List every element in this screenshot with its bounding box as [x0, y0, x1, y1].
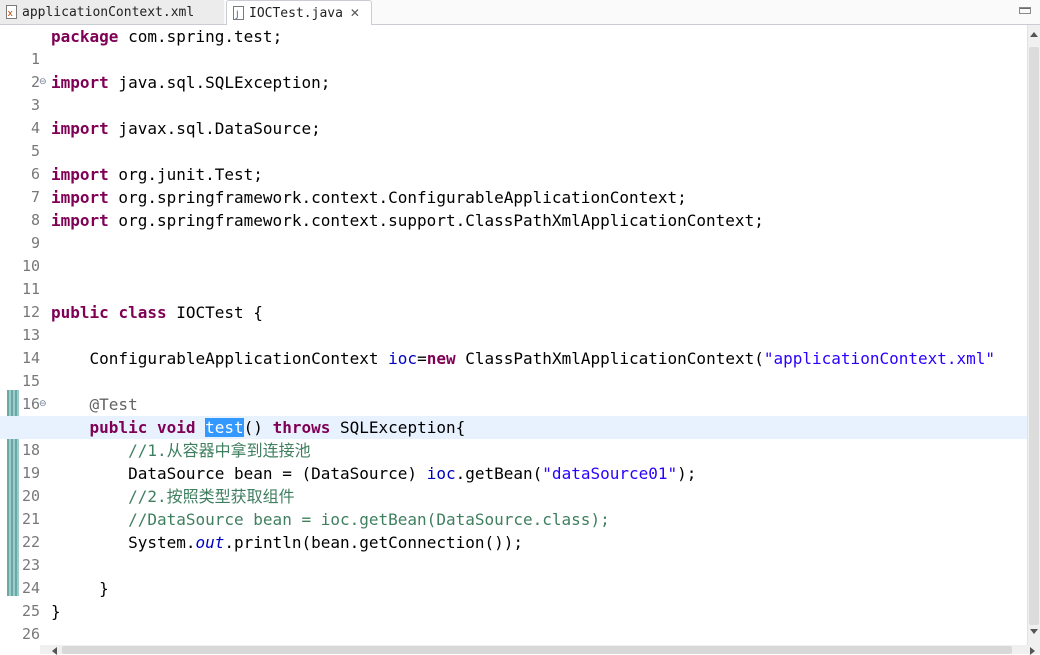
code-line-22: 22 //DataSource bean = ioc.getBean(DataS…	[0, 508, 1027, 551]
code-line-21: 21 //2.按照类型获取组件	[0, 485, 1027, 528]
vertical-scroll-thumb[interactable]	[1029, 47, 1039, 625]
tab-label: IOCTest.java	[249, 5, 343, 21]
tab-label: applicationContext.xml	[22, 4, 195, 20]
code-line-26: 26 }	[0, 600, 1027, 643]
code-line-19: 19 //1.从容器中拿到连接池	[0, 439, 1027, 482]
code-line-20: 20 DataSource bean = (DataSource) ioc.ge…	[0, 462, 1027, 505]
code-line-3: 3 ⊖ import java.sql.SQLException;	[0, 71, 1027, 114]
minimize-editor-icon[interactable]	[1018, 4, 1032, 16]
horizontal-scroll-thumb[interactable]	[62, 646, 1012, 654]
code-line-18: 18 public void test() throws SQLExceptio…	[0, 416, 1027, 459]
editor-tab-bar: x applicationContext.xml J IOCTest.java …	[0, 0, 1040, 25]
code-line-5: 5 import javax.sql.DataSource;	[0, 117, 1027, 160]
fold-collapse-icon[interactable]: ⊖	[39, 393, 47, 416]
code-line-12: 12	[0, 278, 1027, 321]
scroll-down-arrow-icon[interactable]	[1030, 629, 1038, 634]
xml-file-icon: x	[6, 5, 17, 19]
vertical-scrollbar[interactable]	[1027, 25, 1040, 645]
close-tab-icon[interactable]: ✕	[350, 6, 360, 20]
svg-text:x: x	[8, 9, 14, 19]
horizontal-scrollbar[interactable]	[40, 645, 1040, 655]
code-line-15: 15 ConfigurableApplicationContext ioc=ne…	[0, 347, 1027, 390]
code-line-10: 10	[0, 232, 1027, 275]
code-line-11: 11	[0, 255, 1027, 298]
tab-application-context-xml[interactable]: x applicationContext.xml	[0, 0, 224, 24]
code-line-25: 25 }	[0, 577, 1027, 620]
code-line-24: 24	[0, 554, 1027, 597]
code-line-23: 23 System.out.println(bean.getConnection…	[0, 531, 1027, 574]
svg-text:J: J	[235, 10, 239, 20]
tab-ioctest-java[interactable]: J IOCTest.java ✕	[226, 0, 372, 25]
selected-text[interactable]: test	[205, 418, 244, 437]
fold-collapse-icon[interactable]: ⊖	[39, 71, 47, 94]
code-editor[interactable]: 1 package com.spring.test; 2 3 ⊖ import …	[0, 25, 1027, 645]
code-line-6: 6	[0, 140, 1027, 183]
code-line-2: 2	[0, 48, 1027, 91]
code-line-27: 27	[0, 623, 1027, 645]
code-line-1: 1 package com.spring.test;	[0, 25, 1027, 68]
code-line-14: 14	[0, 324, 1027, 367]
code-line-16: 16	[0, 370, 1027, 413]
code-line-8: 8 import org.springframework.context.Con…	[0, 186, 1027, 229]
code-line-9: 9 import org.springframework.context.sup…	[0, 209, 1027, 252]
code-line-7: 7 import org.junit.Test;	[0, 163, 1027, 206]
code-line-4: 4	[0, 94, 1027, 137]
code-line-17: 17 ⊖ @Test	[0, 393, 1027, 436]
java-file-icon: J	[233, 6, 244, 20]
scroll-up-arrow-icon[interactable]	[1030, 32, 1038, 37]
code-line-13: 13 public class IOCTest {	[0, 301, 1027, 344]
